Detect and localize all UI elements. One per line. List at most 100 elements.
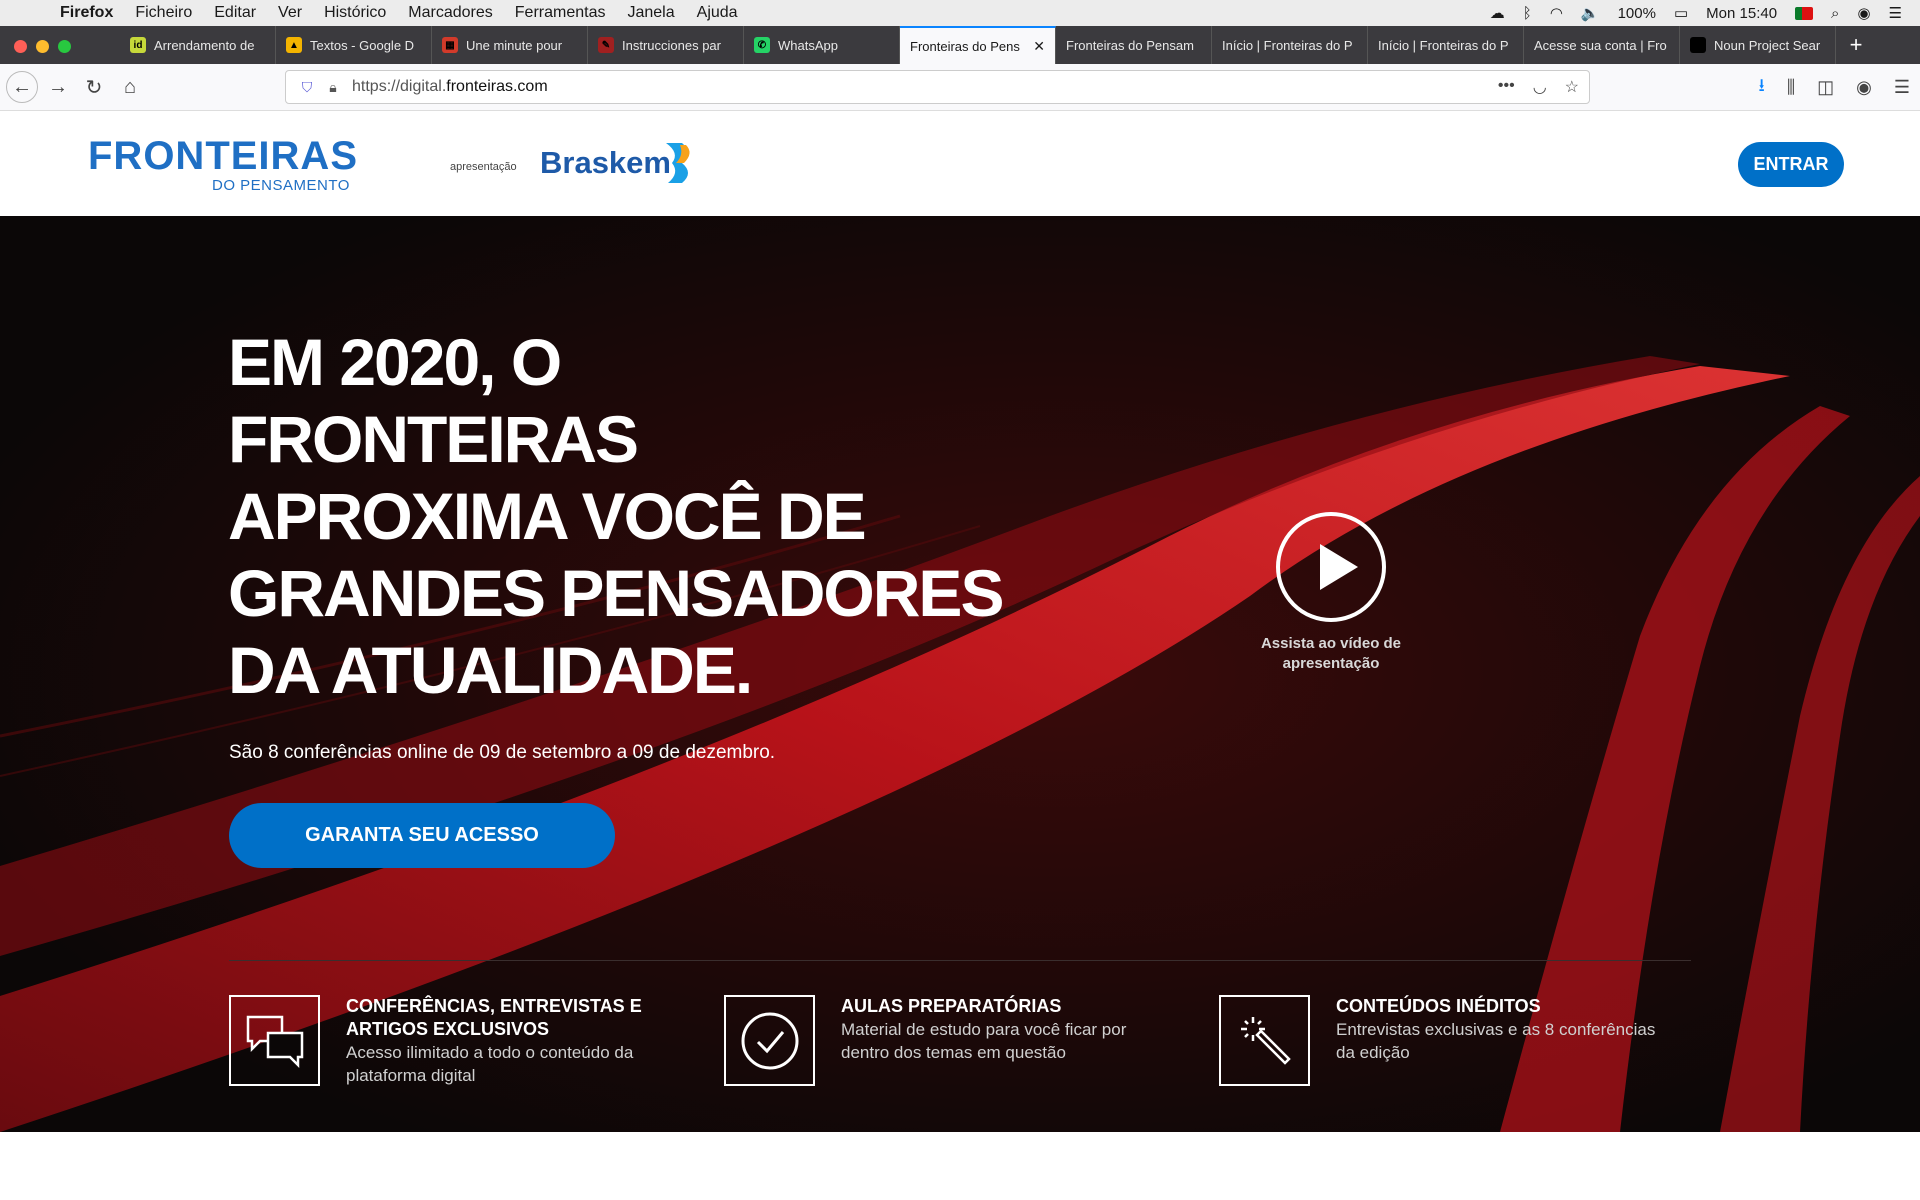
battery-icon[interactable]: ▭ bbox=[1674, 4, 1688, 22]
battery-percentage[interactable]: 100% bbox=[1618, 5, 1656, 22]
tab-label: Fronteiras do Pens bbox=[910, 38, 1020, 54]
browser-tab-strip: id Arrendamento de ▲ Textos - Google D ▦ Une … bbox=[0, 26, 1920, 64]
browser-tab[interactable]: Fronteiras do Pens ✕ bbox=[900, 26, 1056, 64]
menu-ajuda[interactable]: Ajuda bbox=[697, 4, 738, 22]
tab-label: Acesse sua conta | Fro bbox=[1534, 37, 1667, 53]
menu-editar[interactable]: Editar bbox=[214, 4, 256, 22]
tab-label: Noun Project Sear bbox=[1714, 37, 1821, 53]
checkmark-circle-icon bbox=[724, 995, 815, 1086]
chat-bubbles-icon bbox=[229, 995, 320, 1086]
bluetooth-icon[interactable]: ᛒ bbox=[1523, 5, 1532, 22]
browser-tab[interactable]: Início | Fronteiras do P bbox=[1212, 26, 1368, 64]
tab-favicon-icon: ✆ bbox=[754, 37, 770, 53]
headline-line: APROXIMA VOCÊ DE bbox=[228, 479, 867, 553]
headline-line: EM 2020, O bbox=[228, 325, 562, 399]
window-controls bbox=[14, 40, 71, 53]
feature-title: CONTEÚDOS INÉDITOS bbox=[1336, 996, 1541, 1016]
menu-historico[interactable]: Histórico bbox=[324, 4, 386, 22]
feature-new-content: CONTEÚDOS INÉDITOS Entrevistas exclusiva… bbox=[1219, 995, 1676, 1086]
reload-icon[interactable]: ↻ bbox=[78, 71, 110, 103]
creative-cloud-icon[interactable]: ☁ bbox=[1490, 4, 1505, 22]
downloads-icon[interactable]: ⭳ bbox=[1759, 73, 1765, 103]
library-icon[interactable]: ⫼ bbox=[1787, 77, 1795, 98]
browser-tab[interactable]: ✎ Instrucciones par bbox=[588, 26, 744, 64]
play-video-icon[interactable] bbox=[1276, 512, 1386, 622]
input-source-flag-icon[interactable] bbox=[1795, 6, 1814, 20]
url-text[interactable]: https://digital.fronteiras.com bbox=[352, 78, 548, 96]
browser-tab[interactable]: ▲ Textos - Google D bbox=[276, 26, 432, 64]
tracking-shield-icon[interactable]: ⛉ bbox=[292, 79, 322, 96]
back-arrow-icon[interactable]: ← bbox=[6, 71, 38, 103]
feature-description: Acesso ilimitado a todo o conteúdo da pl… bbox=[346, 1043, 634, 1085]
browser-tab[interactable]: id Arrendamento de bbox=[120, 26, 276, 64]
login-button[interactable]: ENTRAR bbox=[1738, 142, 1844, 187]
browser-toolbar: ← → ↻ ⌂ ⛉ 🔒︎ https://digital.fronteiras.… bbox=[0, 64, 1920, 111]
tab-label: Fronteiras do Pensam bbox=[1066, 37, 1194, 53]
site-header: FRONTEIRAS DO PENSAMENTO apresentação Br… bbox=[0, 111, 1920, 216]
fronteiras-logo[interactable]: FRONTEIRAS DO PENSAMENTO bbox=[88, 134, 358, 194]
browser-tab[interactable]: Início | Fronteiras do P bbox=[1368, 26, 1524, 64]
feature-prep-classes: AULAS PREPARATÓRIAS Material de estudo p… bbox=[724, 995, 1141, 1086]
spotlight-search-icon[interactable]: ⌕ bbox=[1831, 5, 1839, 22]
tab-favicon-icon: ✎ bbox=[598, 37, 614, 53]
browser-tab[interactable]: Acesse sua conta | Fro bbox=[1524, 26, 1680, 64]
browser-tab[interactable]: Fronteiras do Pensam bbox=[1056, 26, 1212, 64]
menu-ficheiro[interactable]: Ficheiro bbox=[135, 4, 192, 22]
video-caption[interactable]: Assista ao vídeo de apresentação bbox=[1240, 634, 1422, 674]
zoom-window-button[interactable] bbox=[58, 40, 71, 53]
browser-tab[interactable]: ✆ WhatsApp bbox=[744, 26, 900, 64]
os-menu-bar: Firefox Ficheiro Editar Ver Histórico Ma… bbox=[0, 0, 1920, 26]
headline-line: GRANDES PENSADORES bbox=[228, 556, 1004, 630]
hero-section: EM 2020, O FRONTEIRAS APROXIMA VOCÊ DE G… bbox=[0, 216, 1920, 1132]
hero-subtitle: São 8 conferências online de 09 de setem… bbox=[229, 742, 776, 763]
tab-label: Arrendamento de bbox=[154, 37, 255, 53]
menu-janela[interactable]: Janela bbox=[627, 4, 674, 22]
feature-title: AULAS PREPARATÓRIAS bbox=[841, 996, 1062, 1016]
lock-icon[interactable]: 🔒︎ bbox=[322, 79, 344, 96]
wifi-icon[interactable]: ◠ bbox=[1550, 4, 1563, 22]
volume-icon[interactable]: 🔈 bbox=[1581, 4, 1600, 22]
tab-favicon-icon: ▲ bbox=[286, 37, 302, 53]
menu-ferramentas[interactable]: Ferramentas bbox=[515, 4, 606, 22]
tab-label: Textos - Google D bbox=[310, 37, 415, 53]
siri-icon[interactable]: ◉ bbox=[1857, 4, 1870, 22]
get-access-button[interactable]: GARANTA SEU ACESSO bbox=[229, 803, 615, 868]
presentation-label: apresentação bbox=[450, 161, 517, 173]
tab-label: Início | Fronteiras do P bbox=[1378, 37, 1509, 53]
account-icon[interactable]: ◉ bbox=[1856, 77, 1872, 98]
divider bbox=[229, 960, 1691, 961]
hamburger-menu-icon[interactable]: ☰ bbox=[1894, 77, 1910, 98]
close-tab-icon[interactable]: ✕ bbox=[1033, 38, 1045, 55]
feature-title: CONFERÊNCIAS, ENTREVISTAS E ARTIGOS EXCL… bbox=[346, 996, 642, 1039]
close-window-button[interactable] bbox=[14, 40, 27, 53]
menu-ver[interactable]: Ver bbox=[278, 4, 302, 22]
bookmark-star-icon[interactable]: ☆ bbox=[1565, 77, 1579, 97]
minimize-window-button[interactable] bbox=[36, 40, 49, 53]
tab-label: Instrucciones par bbox=[622, 37, 721, 53]
menu-app-name[interactable]: Firefox bbox=[60, 4, 113, 22]
headline-line: DA ATUALIDADE. bbox=[228, 633, 753, 707]
braskem-mark-icon bbox=[666, 143, 690, 183]
pocket-icon[interactable]: ◡ bbox=[1533, 77, 1547, 97]
browser-tab[interactable]: ••• Noun Project Sear bbox=[1680, 26, 1836, 64]
feature-conferences: CONFERÊNCIAS, ENTREVISTAS E ARTIGOS EXCL… bbox=[229, 995, 646, 1087]
clock[interactable]: Mon 15:40 bbox=[1706, 5, 1777, 22]
tab-label: Une minute pour bbox=[466, 37, 563, 53]
home-icon[interactable]: ⌂ bbox=[114, 71, 146, 103]
tab-label: Início | Fronteiras do P bbox=[1222, 37, 1353, 53]
feature-description: Material de estudo para você ficar por d… bbox=[841, 1020, 1127, 1062]
hero-headline: EM 2020, O FRONTEIRAS APROXIMA VOCÊ DE G… bbox=[228, 324, 1008, 709]
browser-tab[interactable]: ▦ Une minute pour bbox=[432, 26, 588, 64]
forward-arrow-icon[interactable]: → bbox=[42, 71, 74, 103]
logo-text: FRONTEIRAS bbox=[88, 134, 358, 178]
page-actions-icon[interactable]: ••• bbox=[1498, 77, 1515, 97]
logo-subtitle: DO PENSAMENTO bbox=[212, 177, 350, 194]
sidebar-icon[interactable]: ◫ bbox=[1817, 77, 1834, 98]
url-bar[interactable]: ⛉ 🔒︎ https://digital.fronteiras.com ••• … bbox=[285, 70, 1590, 104]
tab-label: WhatsApp bbox=[778, 37, 838, 53]
tab-favicon-icon: ••• bbox=[1690, 37, 1706, 53]
new-tab-icon[interactable]: + bbox=[1836, 26, 1876, 64]
magic-wand-icon bbox=[1219, 995, 1310, 1086]
menu-marcadores[interactable]: Marcadores bbox=[408, 4, 492, 22]
notification-center-icon[interactable]: ☰ bbox=[1889, 4, 1902, 22]
